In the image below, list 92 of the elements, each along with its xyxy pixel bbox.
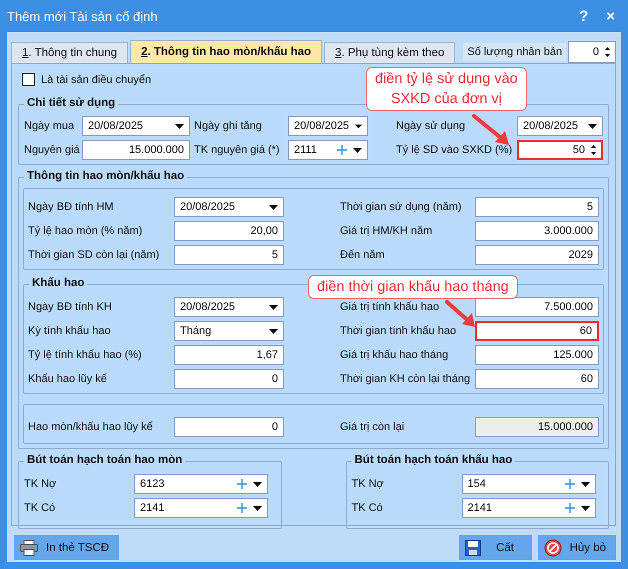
input-field[interactable]: 0 (174, 369, 284, 389)
date-field[interactable]: 20/08/2025 (174, 297, 284, 317)
field-label: Tỷ lệ hao mòn (% năm) (28, 225, 144, 237)
input-field[interactable]: 15.000.000 (475, 417, 599, 437)
field-label: Đến năm (339, 249, 386, 261)
date-field[interactable]: 20/08/2025 (517, 116, 603, 136)
group-title: Bút toán hạch toán khấu hao (352, 454, 516, 466)
field-label: Kỳ tính khấu hao (28, 325, 112, 337)
field-label: TK Có (24, 502, 56, 514)
input-field[interactable]: 15.000.000 (82, 140, 190, 160)
field-label: TK Có (352, 502, 384, 514)
field-label: Giá trị khấu hao tháng (339, 349, 450, 361)
field-label: Khấu hao lũy kế (28, 373, 108, 385)
caret-icon[interactable] (253, 482, 262, 486)
input-field[interactable]: 1,67 (174, 345, 284, 365)
field-label: Thời gian KH còn lại tháng (339, 373, 472, 385)
field-label: Số lượng nhân bản (463, 42, 566, 60)
field-label: Tỷ lệ tính khấu hao (%) (28, 349, 143, 361)
window-title: Thêm mới Tài sản cố định (7, 8, 159, 24)
caret-icon[interactable] (253, 506, 262, 510)
account-dropdown[interactable]: 2141 (134, 498, 268, 518)
field-label: TK Nợ (24, 478, 58, 490)
plus-icon[interactable] (337, 145, 347, 155)
field-label: Ngày mua (24, 120, 76, 132)
caret-icon[interactable] (580, 506, 590, 510)
field-label: Ngày BĐ tính KH (28, 301, 113, 313)
field-label: Thời gian tính khấu hao (339, 325, 458, 337)
input-field[interactable]: 5 (174, 245, 284, 265)
field-label: TK Nợ (352, 478, 385, 490)
field-label: Nguyên giá (24, 144, 81, 156)
field-label: Giá trị còn lại (339, 421, 406, 433)
caret-icon[interactable] (175, 124, 184, 128)
print-button[interactable]: In thẻ TSCĐ (14, 535, 120, 560)
spinner-icon[interactable] (605, 46, 610, 58)
group-title: Khấu hao (29, 277, 88, 289)
input-field[interactable]: 3.000.000 (475, 221, 599, 241)
annotation-callout: điền tỷ lệ sử dụng vào SXKD của đơn vị (366, 67, 527, 111)
field-label: Giá trị HM/KH năm (339, 225, 434, 237)
account-dropdown[interactable]: 2111 (288, 140, 368, 160)
caret-icon[interactable] (269, 304, 278, 310)
group-title: Chi tiết sử dụng (24, 97, 118, 109)
input-field[interactable]: 5 (475, 197, 599, 217)
pointer-arrow (445, 300, 475, 327)
account-dropdown[interactable]: 6123 (134, 474, 268, 494)
annotation-callout: điền thời gian khấu hao tháng (308, 275, 518, 299)
input-field[interactable]: 2029 (475, 245, 599, 265)
caret-icon[interactable] (269, 328, 278, 334)
input-field[interactable]: 20,00 (174, 221, 284, 241)
input-field[interactable]: 60 (475, 321, 599, 341)
cancel-icon (544, 538, 562, 556)
plus-icon[interactable] (237, 479, 247, 489)
plus-icon[interactable] (564, 503, 574, 513)
field-label: TK nguyên giá (*) (193, 144, 281, 156)
field-label: Ngày sử dụng (395, 120, 466, 132)
cancel-button[interactable]: Hủy bỏ (538, 535, 616, 560)
field-label: Ngày BĐ tính HM (28, 201, 115, 213)
plus-icon[interactable] (564, 479, 574, 489)
field-label: Hao mòn/khấu hao lũy kế (28, 421, 154, 433)
input-field[interactable]: 60 (475, 369, 599, 389)
caret-icon[interactable] (269, 204, 278, 210)
field-label: Tỷ lệ SD vào SXKD (%) (395, 144, 514, 156)
checkbox-label: Là tài sản điều chuyển (41, 74, 152, 86)
caret-icon[interactable] (355, 124, 362, 128)
caret-icon[interactable] (353, 148, 362, 152)
account-dropdown[interactable]: 2141 (462, 498, 596, 518)
date-field[interactable]: 20/08/2025 (82, 116, 190, 136)
field-label: Giá trị tính khấu hao (339, 301, 440, 313)
save-button[interactable]: Cất (458, 535, 532, 560)
input-field[interactable]: 7.500.000 (475, 297, 599, 317)
checkbox[interactable] (22, 73, 35, 86)
plus-icon[interactable] (237, 503, 247, 513)
caret-icon[interactable] (588, 124, 597, 128)
date-field[interactable]: 20/08/2025 (174, 197, 284, 217)
tab[interactable]: 1. Thông tin chung (11, 42, 128, 63)
field-label: Thời gian sử dụng (năm) (339, 201, 463, 213)
field-label: Thời gian SD còn lại (năm) (28, 249, 160, 261)
date-field[interactable]: 20/08/2025 (288, 116, 368, 136)
caret-icon[interactable] (580, 482, 590, 486)
spin-field[interactable]: 50 (517, 140, 603, 160)
printer-icon (20, 540, 38, 556)
group-title: Thông tin hao mòn/khấu hao (24, 170, 188, 182)
spinner-icon[interactable] (591, 144, 596, 156)
input-field[interactable]: 125.000 (475, 345, 599, 365)
spin-field[interactable]: 0 (568, 40, 616, 62)
group-title: Bút toán hạch toán hao mòn (24, 454, 186, 466)
tab[interactable]: 3. Phụ tùng kèm theo (324, 42, 456, 63)
field-label: Ngày ghi tăng (193, 120, 263, 132)
dropdown[interactable]: Tháng (174, 321, 284, 341)
account-dropdown[interactable]: 154 (462, 474, 596, 494)
pointer-arrow (472, 114, 509, 145)
input-field[interactable]: 0 (174, 417, 284, 437)
tab[interactable]: 2. Thông tin hao mòn/khấu hao (130, 40, 322, 63)
